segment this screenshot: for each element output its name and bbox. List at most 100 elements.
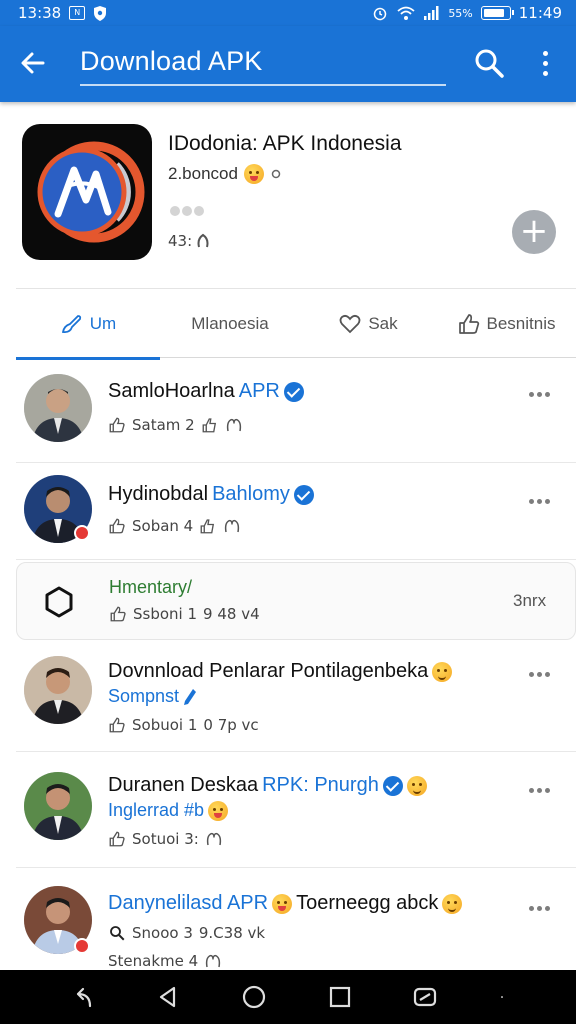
- tab-besnitnis[interactable]: Besnitnis: [436, 289, 576, 359]
- list-item[interactable]: Danynelilasd APR Toerneegg abck Snooo 3 …: [16, 868, 576, 970]
- app-meta: 43:: [168, 232, 210, 250]
- emoji-icon: [243, 164, 264, 184]
- tab-mlanoesia[interactable]: Mlanoesia: [160, 289, 300, 359]
- recents-square-icon[interactable]: [327, 984, 353, 1010]
- app-logo[interactable]: [22, 124, 152, 260]
- post-meta: Satam 2: [108, 416, 243, 434]
- post-title: Danynelilasd APR Toerneegg abck: [108, 892, 463, 915]
- list-item[interactable]: Dovnnload Penlarar Pontilagenbeka Sompns…: [16, 642, 576, 752]
- post-subtitle: Hmentary/: [109, 577, 192, 598]
- app-name: IDodonia: APK Indonesia: [168, 132, 402, 155]
- status-bar: 13:38 N 55% 11:49: [0, 0, 576, 26]
- app-subtitle-text: 2.boncod: [168, 164, 238, 183]
- thumb-up-icon: [109, 417, 125, 433]
- post-subtitle-text: Sompnst: [108, 686, 180, 706]
- post-meta-extra: 0 7p vc: [203, 716, 259, 734]
- post-meta: Sotuoi 3:: [108, 830, 223, 848]
- home-circle-icon[interactable]: [241, 984, 267, 1010]
- back-button[interactable]: [16, 46, 50, 80]
- signal-percent: 55%: [448, 6, 473, 20]
- status-time-right: 11:49: [518, 4, 562, 22]
- undo-icon[interactable]: [70, 984, 96, 1010]
- thumb-up-icon: [109, 717, 125, 733]
- tab-label: Um: [89, 314, 117, 333]
- post-title-text: Hydinobdal: [108, 483, 209, 505]
- like-glyph-icon: [202, 418, 216, 433]
- app-subtitle: 2.boncod: [168, 164, 282, 184]
- post-meta-text: Soban 4: [132, 517, 194, 535]
- post-more-button[interactable]: [524, 384, 554, 404]
- list-item[interactable]: Hydinobdal Bahlomy Soban 4: [16, 463, 576, 560]
- post-meta: Ssboni 1 9 48 v4: [109, 605, 260, 623]
- reaction-glyph-icon: [225, 519, 240, 533]
- emoji-icon: [208, 800, 229, 821]
- tab-sak[interactable]: Sak: [300, 289, 436, 359]
- signal-icon: [424, 6, 439, 20]
- notification-box-icon: N: [69, 6, 86, 20]
- alarm-icon: [374, 7, 387, 21]
- post-meta-text: Ssboni 1: [133, 605, 198, 623]
- post-title-accent: APR: [238, 380, 280, 402]
- rating-dots: [170, 206, 204, 216]
- tab-um[interactable]: Um: [16, 289, 160, 360]
- post-title-text: Toerneegg abck: [296, 892, 439, 914]
- avatar[interactable]: [24, 374, 92, 442]
- post-title-text: Duranen Deskaa: [108, 774, 259, 796]
- reaction-glyph-icon: [206, 832, 221, 846]
- add-button[interactable]: +: [512, 210, 556, 254]
- post-meta-extra: 9 48 v4: [203, 605, 260, 623]
- post-meta-text: Snooo 3: [132, 924, 193, 942]
- app-header: IDodonia: APK Indonesia 2.boncod 43: +: [0, 102, 576, 290]
- verified-icon: [382, 775, 403, 796]
- heart-icon: [339, 314, 361, 334]
- tab-label: Sak: [368, 314, 398, 333]
- post-meta2-text: Stenakme 4: [108, 952, 199, 970]
- title-underline: [80, 84, 446, 86]
- post-meta-extra: 9.C38 vk: [198, 924, 266, 942]
- glyph-icon: [197, 233, 209, 248]
- post-more-button[interactable]: [524, 780, 554, 800]
- like-glyph-icon: [200, 519, 215, 534]
- thumb-up-icon: [109, 831, 125, 847]
- thumb-up-icon: [110, 606, 126, 622]
- search-icon: [110, 926, 125, 941]
- reaction-glyph-icon: [206, 954, 221, 968]
- status-badge: [74, 938, 90, 954]
- screenshot-icon[interactable]: [412, 984, 438, 1010]
- post-title: Dovnnload Penlarar Pontilagenbeka: [108, 660, 453, 683]
- post-more-button[interactable]: [524, 898, 554, 918]
- pen-icon: [184, 688, 197, 705]
- app-bar: Download APK: [0, 26, 576, 102]
- tab-bar: Um Mlanoesia Sak Besnitnis: [16, 288, 576, 360]
- avatar[interactable]: [24, 656, 92, 724]
- post-title: Duranen Deskaa RPK: Pnurgh: [108, 774, 427, 797]
- post-subtitle: Inglerrad #b: [108, 800, 229, 821]
- list-item[interactable]: SamloHoarlna APR Satam 2: [16, 360, 576, 463]
- post-more-button[interactable]: [524, 664, 554, 684]
- brush-icon: [61, 315, 81, 334]
- page-title: Download APK: [80, 46, 263, 76]
- back-triangle-icon[interactable]: [155, 984, 181, 1010]
- arrow-left-icon: [21, 52, 45, 74]
- list-item[interactable]: Duranen Deskaa RPK: Pnurgh Inglerrad #b …: [16, 752, 576, 868]
- list-item[interactable]: Hmentary/ Ssboni 1 9 48 v4 3nrx: [16, 562, 576, 640]
- avatar[interactable]: [24, 772, 92, 840]
- emoji-icon: [432, 661, 453, 682]
- thumb-up-icon: [458, 314, 479, 334]
- system-nav-bar: [0, 970, 576, 1024]
- post-title: SamloHoarlna APR: [108, 380, 304, 403]
- app-meta-text: 43:: [168, 232, 193, 250]
- post-title-text: Dovnnload Penlarar Pontilagenbeka: [108, 660, 429, 682]
- app-logo-icon: [37, 141, 145, 243]
- post-meta-text: Sotuoi 3:: [132, 830, 199, 848]
- battery-icon: [480, 6, 514, 20]
- search-button[interactable]: [472, 46, 506, 80]
- post-title-text: SamloHoarlna: [108, 380, 235, 402]
- post-more-button[interactable]: [524, 491, 554, 511]
- post-feed: SamloHoarlna APR Satam 2 Hydinobdal Bahl…: [16, 360, 576, 970]
- overflow-dot-icon[interactable]: [498, 984, 506, 1010]
- post-meta-secondary: Stenakme 4: [108, 952, 222, 970]
- post-meta-text: Satam 2: [132, 416, 195, 434]
- more-vert-button[interactable]: [530, 46, 560, 80]
- tab-label: Mlanoesia: [191, 314, 269, 333]
